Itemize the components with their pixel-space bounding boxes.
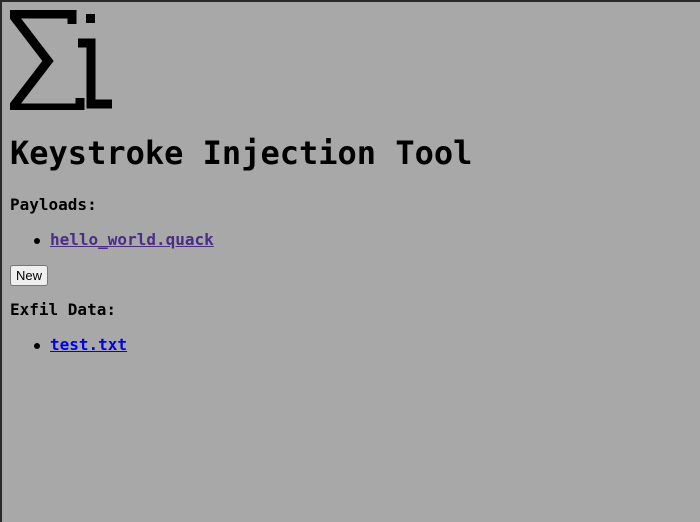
sigma-i-logo-icon: [10, 10, 112, 110]
list-item: hello_world.quack: [34, 230, 700, 250]
payloads-heading: Payloads:: [10, 195, 97, 214]
exfil-data-heading: Exfil Data:: [10, 300, 116, 319]
page-content: Keystroke Injection Tool Payloads: hello…: [10, 10, 700, 355]
exfil-list: test.txt: [10, 335, 700, 355]
page-title: Keystroke Injection Tool: [10, 134, 473, 172]
list-item: test.txt: [34, 335, 700, 355]
new-payload-button[interactable]: New: [10, 265, 49, 286]
exfil-file-link[interactable]: test.txt: [50, 335, 127, 354]
payloads-list: hello_world.quack: [10, 230, 700, 250]
payload-link[interactable]: hello_world.quack: [50, 230, 214, 249]
